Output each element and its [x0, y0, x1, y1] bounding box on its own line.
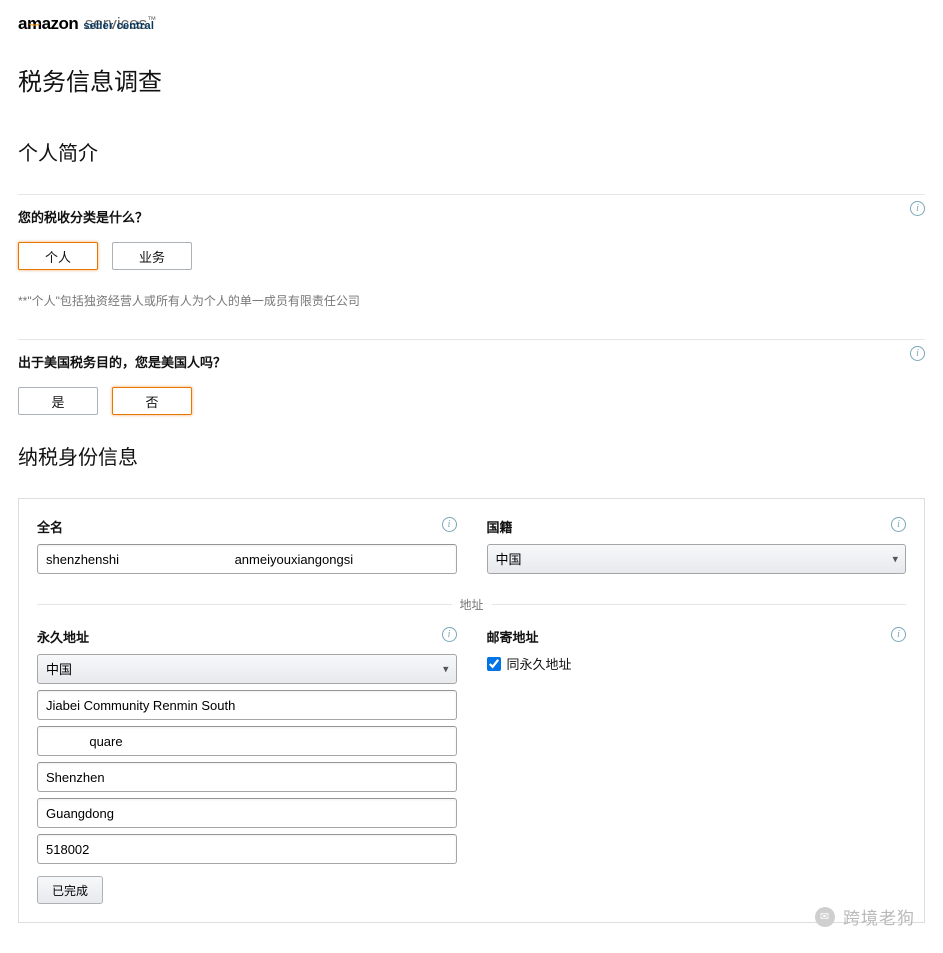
address-line1-input[interactable]	[37, 690, 457, 720]
fullname-input[interactable]	[37, 544, 457, 574]
mailing-address-label: 邮寄地址	[487, 627, 907, 646]
info-icon[interactable]: i	[442, 517, 457, 532]
section-profile-title: 个人简介	[18, 137, 925, 166]
page-title: 税务信息调查	[18, 62, 925, 97]
option-yes-button[interactable]: 是	[18, 387, 98, 415]
info-icon[interactable]: i	[910, 201, 925, 216]
divider	[18, 339, 925, 340]
same-as-permanent-checkbox[interactable]	[487, 657, 501, 671]
option-business-button[interactable]: 业务	[112, 242, 192, 270]
option-individual-button[interactable]: 个人	[18, 242, 98, 270]
nationality-label: 国籍	[487, 517, 907, 536]
info-icon[interactable]: i	[910, 346, 925, 361]
divider	[18, 194, 925, 195]
info-icon[interactable]: i	[891, 517, 906, 532]
permanent-address-country-select[interactable]: 中国	[37, 654, 457, 684]
address-city-input[interactable]	[37, 762, 457, 792]
option-no-button[interactable]: 否	[112, 387, 192, 415]
nationality-select[interactable]: 中国	[487, 544, 907, 574]
tax-identity-card: i 全名 i 国籍 中国 ▾ 地址 i	[18, 498, 925, 923]
info-icon[interactable]: i	[891, 627, 906, 642]
address-postal-input[interactable]	[37, 834, 457, 864]
same-as-permanent-label: 同永久地址	[507, 654, 572, 673]
us-person-question: 出于美国税务目的，您是美国人吗？	[18, 352, 925, 371]
tax-classification-question: 您的税收分类是什么？	[18, 207, 925, 226]
divider	[37, 604, 452, 605]
address-line2-input[interactable]	[37, 726, 457, 756]
tax-classification-helper: **"个人"包括独资经营人或所有人为个人的单一成员有限责任公司	[18, 292, 925, 309]
address-section-label: 地址	[460, 596, 484, 613]
logo: amazon services™ ⌣ seller central	[18, 8, 925, 40]
info-icon[interactable]: i	[442, 627, 457, 642]
section-tax-id-title: 纳税身份信息	[18, 441, 925, 470]
fullname-label: 全名	[37, 517, 457, 536]
divider	[492, 604, 907, 605]
address-province-input[interactable]	[37, 798, 457, 828]
address-done-button[interactable]: 已完成	[37, 876, 103, 904]
permanent-address-label: 永久地址	[37, 627, 457, 646]
